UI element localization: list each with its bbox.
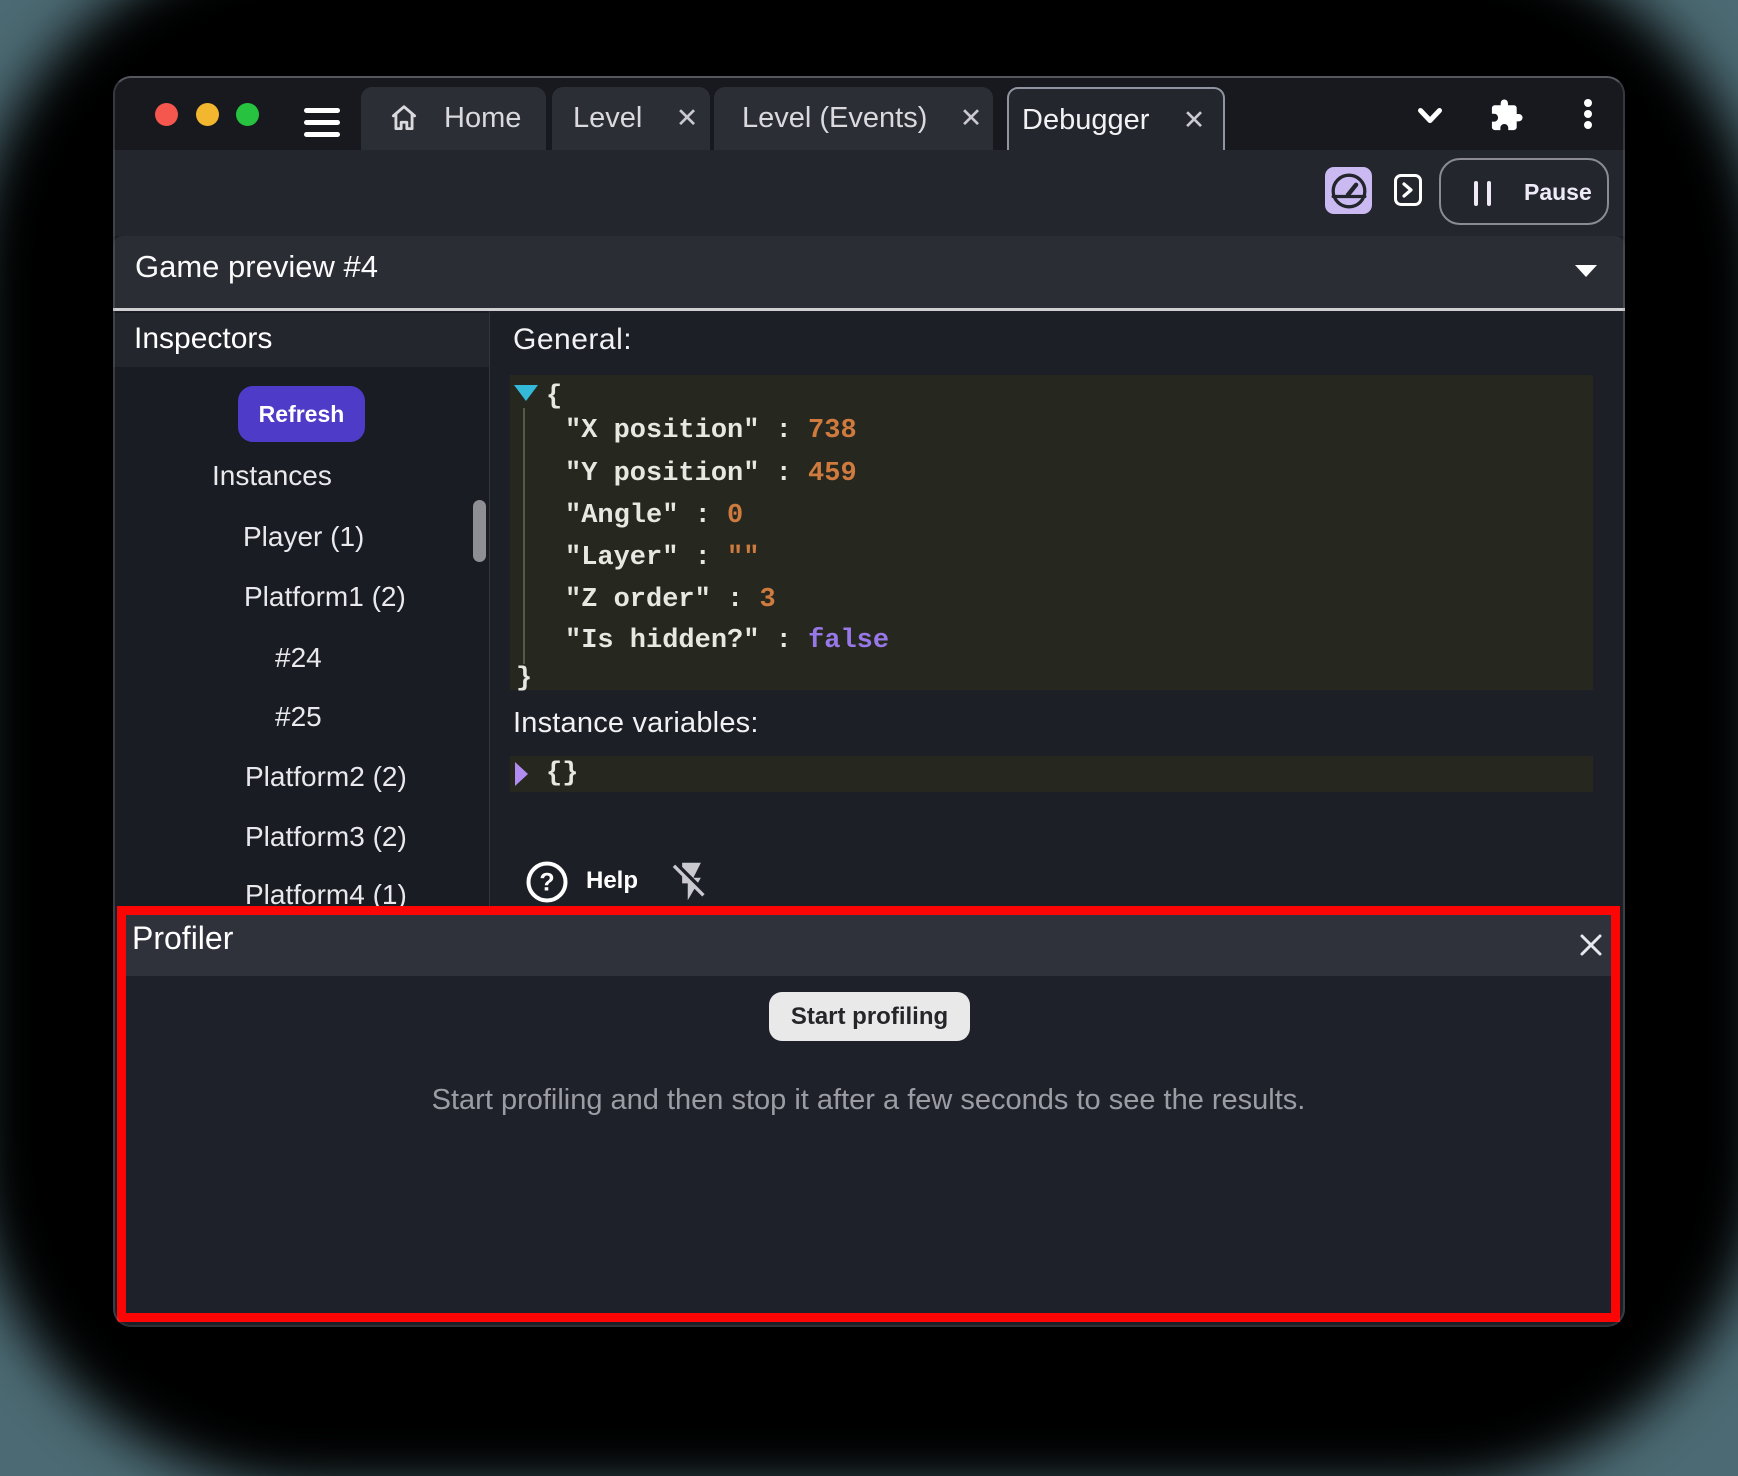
svg-text:?: ? — [539, 869, 554, 897]
